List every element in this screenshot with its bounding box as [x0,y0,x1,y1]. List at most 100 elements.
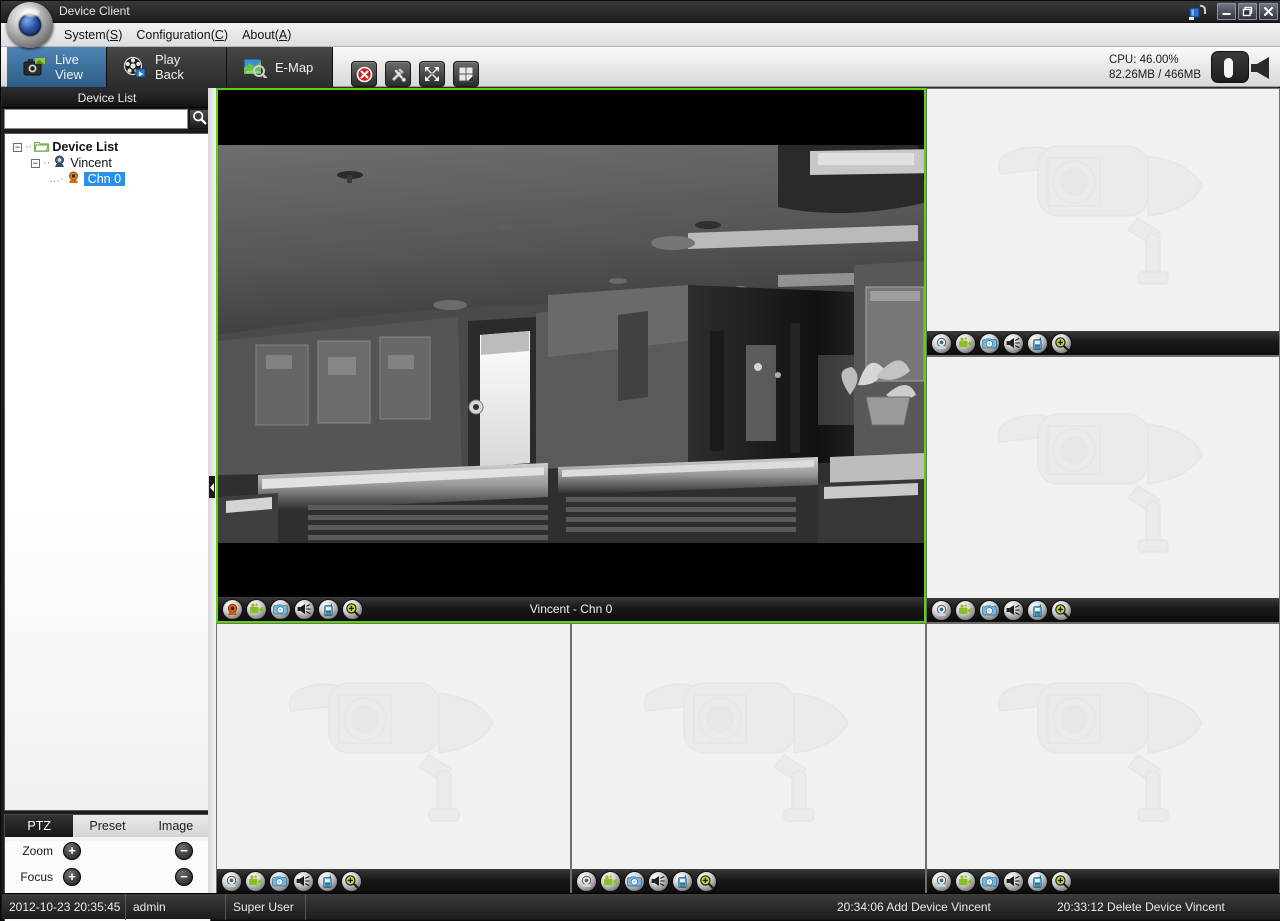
snapshot-icon[interactable] [269,870,290,892]
talk-icon[interactable] [672,870,693,892]
zoom-icon[interactable] [342,598,363,620]
camera-watermark-icon [988,122,1218,300]
tab-e-map[interactable]: E-Map [227,47,333,87]
video-cell-6[interactable] [926,623,1280,894]
status-event-2: 20:33:12 Delete Device Vincent [1057,899,1225,914]
zoom-icon[interactable] [1051,870,1072,892]
zoom-icon[interactable] [1051,599,1072,621]
video-cell-1[interactable]: Vincent - Chn 0 [216,88,926,623]
tree-item-vincent[interactable]: − ·· Vincent [11,155,209,171]
tab-play-back[interactable]: Play Back [107,47,227,87]
audio-icon[interactable] [1003,599,1024,621]
focus-plus-button[interactable]: + [63,868,81,886]
tab-image[interactable]: Image [141,815,210,837]
menu-item-configuration-text: Configuration( [136,27,215,42]
record-icon[interactable] [246,598,267,620]
record-icon[interactable] [600,870,621,892]
video-cell-2[interactable] [926,88,1280,356]
menu-item-configuration[interactable]: Configuration(C) [129,25,235,45]
tree-item-chn-0-label: Chn 0 [83,172,126,186]
ptz-zoom-row: Zoom + − [5,841,210,863]
snapshot-icon[interactable] [979,332,1000,354]
tab-preset[interactable]: Preset [73,815,142,837]
splitter-collapse-handle[interactable] [209,476,215,498]
tree-item-chn-0[interactable]: …· Chn 0 [11,171,209,187]
audio-icon[interactable] [1003,332,1024,354]
status-event-1: 20:34:06 Add Device Vincent [837,899,991,914]
search-input[interactable] [4,109,188,129]
volume-slider[interactable] [1211,51,1249,83]
video-cell-3[interactable] [926,356,1280,623]
video-stream [218,90,924,621]
tools-button[interactable] [385,61,411,87]
talk-icon[interactable] [317,870,338,892]
device-panel: Device List − ·· Device List − ·· Vincen… [2,88,212,921]
restore-button[interactable] [1238,3,1257,20]
snapshot-icon[interactable] [979,599,1000,621]
talk-icon[interactable] [318,598,339,620]
cell-6-toolbar [927,869,1279,893]
record-icon[interactable] [955,332,976,354]
menu-item-system[interactable]: System(S) [57,25,129,45]
audio-icon[interactable] [1003,870,1024,892]
camera-icon[interactable] [221,870,242,892]
audio-icon[interactable] [293,870,314,892]
device-search-row [2,108,212,130]
talk-icon[interactable] [1027,870,1048,892]
close-button[interactable] [1259,3,1278,20]
status-user: admin [126,893,226,920]
cell-2-toolbar [927,331,1279,355]
panel-splitter[interactable] [208,88,216,894]
minimize-button[interactable] [1217,3,1236,20]
stop-all-button[interactable] [351,61,377,87]
layout-button[interactable] [453,61,479,87]
record-icon[interactable] [955,599,976,621]
snapshot-icon[interactable] [270,598,291,620]
tab-ptz[interactable]: PTZ [5,815,74,837]
expander-icon[interactable]: − [13,142,22,152]
camera-watermark-icon [988,390,1218,568]
tree-item-vincent-label: Vincent [70,156,112,170]
snapshot-icon[interactable] [624,870,645,892]
talk-icon[interactable] [1027,599,1048,621]
tab-live-view-label: Live View [55,52,83,82]
camera-icon[interactable] [931,870,952,892]
tab-play-back-label: Play Back [155,52,184,82]
fullscreen-button[interactable] [419,61,445,87]
zoom-icon[interactable] [696,870,717,892]
video-cell-5[interactable] [571,623,926,894]
menu-item-about[interactable]: About(A) [235,25,298,45]
talk-icon[interactable] [1027,332,1048,354]
zoom-minus-button[interactable]: − [175,842,193,860]
audio-icon[interactable] [648,870,669,892]
camera-icon[interactable] [931,599,952,621]
title-bar: Device Client [1,1,1280,23]
record-icon[interactable] [955,870,976,892]
zoom-plus-button[interactable]: + [63,842,81,860]
menu-item-system-text: System( [64,27,110,42]
zoom-icon[interactable] [341,870,362,892]
live-view-icon [23,56,47,78]
camera-icon[interactable] [222,598,243,620]
menu-item-about-text: About( [242,27,279,42]
speaker-icon[interactable] [1249,53,1277,83]
search-button[interactable] [189,109,210,129]
ptz-tab-bar: PTZ Preset Image [5,815,210,837]
expander-icon[interactable]: − [31,158,40,168]
camera-icon[interactable] [931,332,952,354]
tab-e-map-label: E-Map [275,59,314,75]
audio-icon[interactable] [294,598,315,620]
tree-item-device-list[interactable]: − ·· Device List [11,139,209,155]
tab-live-view[interactable]: Live View [7,47,107,87]
cell-3-toolbar [927,598,1279,622]
zoom-icon[interactable] [1051,332,1072,354]
focus-minus-button[interactable]: − [175,868,193,886]
video-cell-4[interactable] [216,623,571,894]
snapshot-icon[interactable] [979,870,1000,892]
camera-icon[interactable] [576,870,597,892]
record-icon[interactable] [245,870,266,892]
system-info: CPU: 46.00% 82.26MB / 466MB [1109,53,1201,83]
ptz-zoom-label: Zoom [22,844,53,858]
camera-watermark-icon [279,659,509,837]
tree-connector: ·· [25,141,33,153]
